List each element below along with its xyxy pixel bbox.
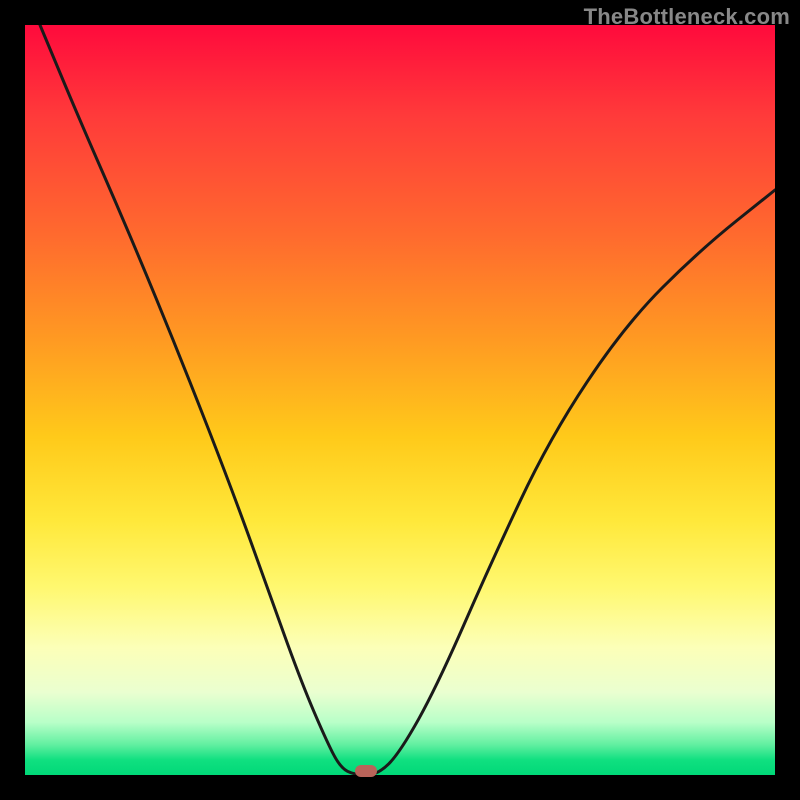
bottleneck-curve <box>25 25 775 775</box>
watermark-text: TheBottleneck.com <box>584 4 790 30</box>
optimal-point-marker <box>355 765 377 777</box>
